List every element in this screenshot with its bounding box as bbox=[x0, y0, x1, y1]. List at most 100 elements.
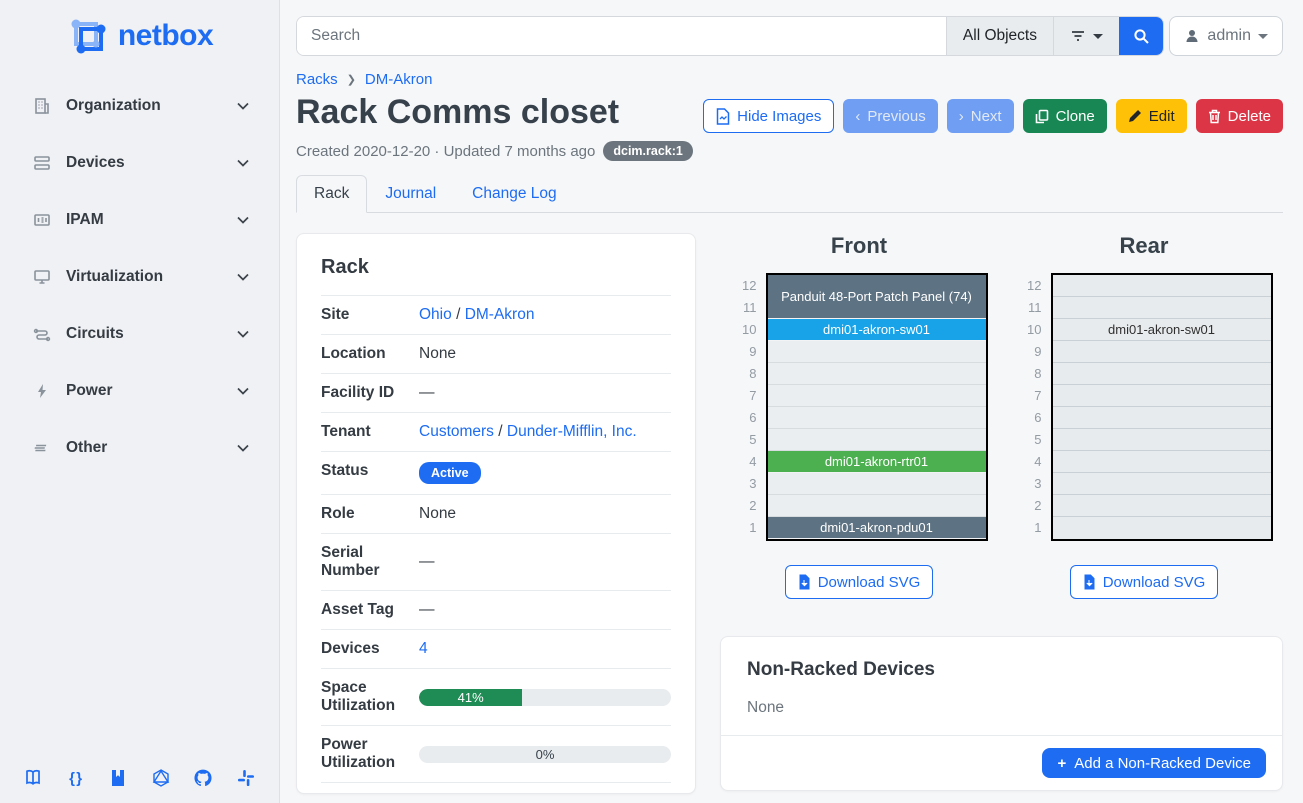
unit-label: 7 bbox=[731, 385, 757, 407]
row-facility-id: Facility ID — bbox=[321, 374, 671, 413]
sidebar-item-organization[interactable]: Organization bbox=[20, 86, 259, 126]
rack-device-front[interactable]: dmi01-akron-pdu01 bbox=[768, 517, 986, 539]
site-link[interactable]: DM-Akron bbox=[465, 306, 535, 323]
row-tenant: Tenant Customers / Dunder-Mifflin, Inc. bbox=[321, 413, 671, 452]
rack-empty-slot[interactable] bbox=[768, 473, 986, 495]
sidebar-item-power[interactable]: Power bbox=[20, 371, 259, 411]
breadcrumb-dm-akron[interactable]: DM-Akron bbox=[365, 71, 433, 88]
rear-download-svg-button[interactable]: Download SVG bbox=[1070, 565, 1219, 599]
ipam-icon bbox=[32, 210, 52, 230]
front-elevation-title: Front bbox=[831, 233, 887, 259]
unit-label: 11 bbox=[731, 297, 757, 319]
rack-empty-slot[interactable] bbox=[1053, 451, 1271, 473]
slack-icon[interactable] bbox=[235, 767, 257, 789]
breadcrumb: Racks ❯ DM-Akron bbox=[296, 71, 1283, 88]
sidebar-item-devices[interactable]: Devices bbox=[20, 143, 259, 183]
delete-button[interactable]: Delete bbox=[1196, 99, 1283, 133]
search-submit-button[interactable] bbox=[1119, 17, 1163, 55]
netbox-logo[interactable]: netbox bbox=[0, 0, 279, 68]
search-input[interactable] bbox=[297, 17, 946, 55]
rack-empty-slot[interactable] bbox=[768, 407, 986, 429]
rack-device-front[interactable]: dmi01-akron-rtr01 bbox=[768, 451, 986, 473]
row-asset-tag: Asset Tag — bbox=[321, 591, 671, 630]
rack-empty-slot[interactable] bbox=[1053, 429, 1271, 451]
building-icon bbox=[32, 96, 52, 116]
role-value: None bbox=[419, 495, 671, 534]
rack-empty-slot[interactable] bbox=[1053, 473, 1271, 495]
power-utilization-bar: 0% bbox=[419, 746, 671, 763]
rack-device-front[interactable]: dmi01-akron-sw01 bbox=[768, 319, 986, 341]
row-role: Role None bbox=[321, 495, 671, 534]
row-location: Location None bbox=[321, 335, 671, 374]
rack-empty-slot[interactable] bbox=[768, 363, 986, 385]
github-icon[interactable] bbox=[192, 767, 214, 789]
sidebar: netbox Organization Devices IPAM bbox=[0, 0, 280, 803]
power-utilization-label: 0% bbox=[419, 746, 671, 763]
monitor-icon bbox=[32, 267, 52, 287]
sidebar-item-virtualization[interactable]: Virtualization bbox=[20, 257, 259, 297]
rack-empty-slot[interactable] bbox=[1053, 341, 1271, 363]
rack-empty-slot[interactable] bbox=[1053, 517, 1271, 539]
sidebar-item-circuits[interactable]: Circuits bbox=[20, 314, 259, 354]
rack-empty-slot[interactable] bbox=[768, 495, 986, 517]
unit-label: 3 bbox=[731, 473, 757, 495]
non-racked-title: Non-Racked Devices bbox=[747, 659, 1256, 681]
facility-id-value: — bbox=[419, 374, 671, 413]
tenant-group-link[interactable]: Customers bbox=[419, 423, 494, 440]
rack-empty-slot[interactable] bbox=[768, 429, 986, 451]
netbox-logo-icon bbox=[66, 14, 110, 58]
rack-empty-slot[interactable] bbox=[768, 341, 986, 363]
rack-empty-slot[interactable] bbox=[1053, 407, 1271, 429]
breadcrumb-racks[interactable]: Racks bbox=[296, 71, 338, 88]
devices-count-link[interactable]: 4 bbox=[419, 640, 428, 657]
row-site: Site Ohio / DM-Akron bbox=[321, 296, 671, 335]
tab-bar: Rack Journal Change Log bbox=[296, 175, 1283, 213]
rack-empty-slot[interactable] bbox=[1053, 385, 1271, 407]
lightning-bolt-icon bbox=[32, 381, 52, 401]
server-icon bbox=[32, 153, 52, 173]
tab-rack[interactable]: Rack bbox=[296, 175, 367, 213]
search-scope-select[interactable]: All Objects bbox=[946, 17, 1053, 55]
sidebar-item-ipam[interactable]: IPAM bbox=[20, 200, 259, 240]
graphql-icon[interactable] bbox=[150, 767, 172, 789]
search-filter-button[interactable] bbox=[1053, 17, 1119, 55]
row-devices: Devices 4 bbox=[321, 630, 671, 669]
rack-device-rear[interactable]: dmi01-akron-sw01 bbox=[1053, 319, 1271, 341]
rack-empty-slot[interactable] bbox=[1053, 297, 1271, 319]
unit-label: 12 bbox=[1016, 275, 1042, 297]
api-docs-icon[interactable] bbox=[107, 767, 129, 789]
add-non-racked-device-button[interactable]: + Add a Non-Racked Device bbox=[1042, 748, 1266, 778]
edit-button[interactable]: Edit bbox=[1116, 99, 1187, 133]
chevron-down-icon bbox=[235, 212, 251, 228]
created-updated-text: Created 2020-12-20 · Updated 7 months ag… bbox=[296, 143, 595, 160]
chevron-down-icon bbox=[235, 326, 251, 342]
previous-button[interactable]: ‹ Previous bbox=[843, 99, 937, 133]
unit-label: 8 bbox=[731, 363, 757, 385]
rack-device-front[interactable]: Panduit 48-Port Patch Panel (74) bbox=[768, 275, 986, 319]
docs-icon[interactable] bbox=[22, 767, 44, 789]
rack-empty-slot[interactable] bbox=[1053, 275, 1271, 297]
tenant-link[interactable]: Dunder-Mifflin, Inc. bbox=[507, 423, 637, 440]
rack-empty-slot[interactable] bbox=[1053, 363, 1271, 385]
rack-empty-slot[interactable] bbox=[1053, 495, 1271, 517]
clone-button[interactable]: Clone bbox=[1023, 99, 1107, 133]
search-icon bbox=[1133, 28, 1150, 45]
row-status: Status Active bbox=[321, 452, 671, 495]
row-serial: Serial Number — bbox=[321, 534, 671, 591]
rack-empty-slot[interactable] bbox=[768, 385, 986, 407]
user-menu-button[interactable]: admin bbox=[1169, 16, 1283, 56]
tab-journal[interactable]: Journal bbox=[367, 175, 454, 213]
breadcrumb-separator-icon: ❯ bbox=[347, 73, 356, 86]
unit-label: 11 bbox=[1016, 297, 1042, 319]
site-region-link[interactable]: Ohio bbox=[419, 306, 452, 323]
hide-images-button[interactable]: Hide Images bbox=[703, 99, 834, 133]
tab-change-log[interactable]: Change Log bbox=[454, 175, 574, 213]
front-download-svg-button[interactable]: Download SVG bbox=[785, 565, 934, 599]
unit-label: 9 bbox=[1016, 341, 1042, 363]
circuits-icon bbox=[32, 324, 52, 344]
sidebar-item-other[interactable]: Other bbox=[20, 428, 259, 468]
next-button[interactable]: › Next bbox=[947, 99, 1014, 133]
person-icon bbox=[1184, 28, 1200, 44]
caret-down-icon bbox=[1258, 33, 1268, 40]
rest-api-icon[interactable]: { } bbox=[65, 767, 87, 789]
